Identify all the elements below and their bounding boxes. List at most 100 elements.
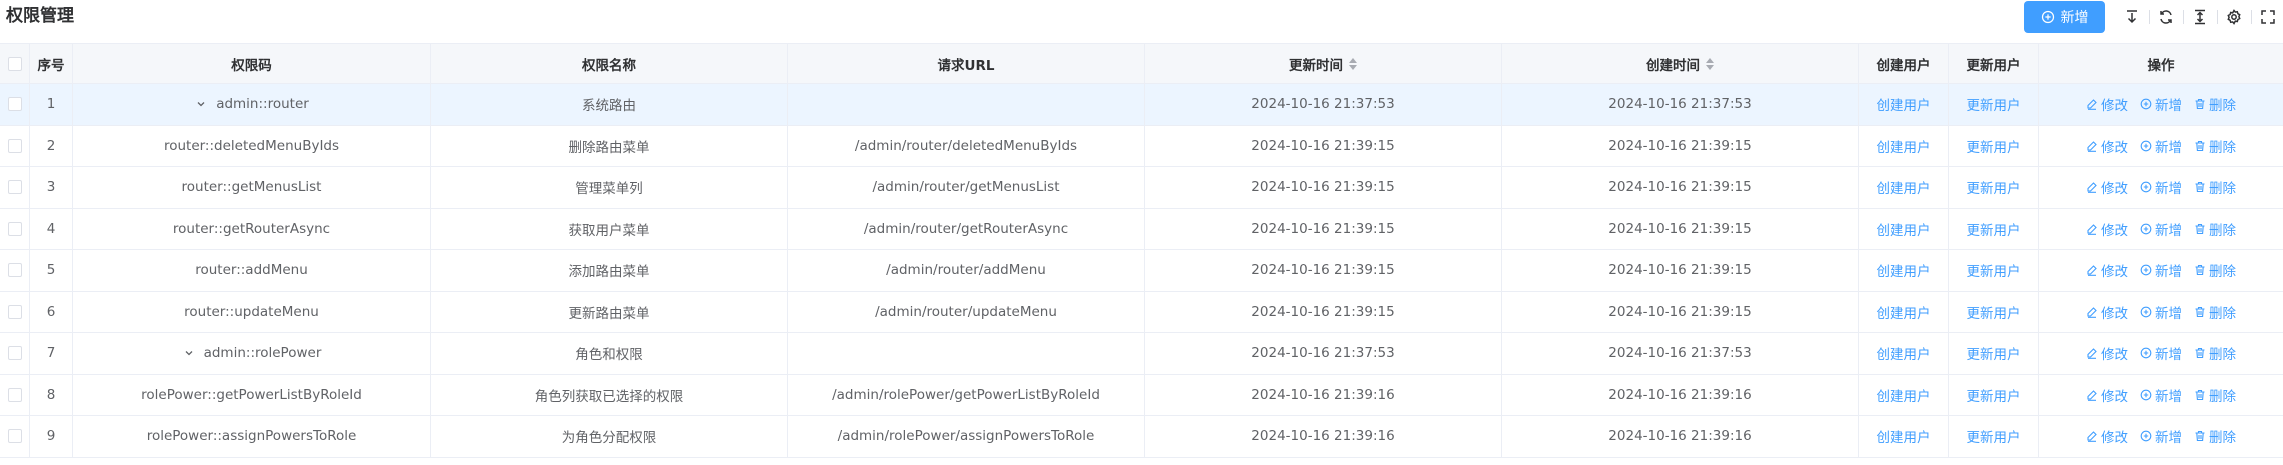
add-child-button[interactable]: 新增 bbox=[2140, 302, 2182, 322]
plus-circle-icon bbox=[2041, 10, 2054, 24]
row-created: 2024-10-16 21:39:16 bbox=[1502, 416, 1859, 457]
delete-button[interactable]: 删除 bbox=[2194, 343, 2236, 363]
delete-button[interactable]: 删除 bbox=[2194, 426, 2236, 446]
update-user-link[interactable]: 更新用户 bbox=[1967, 94, 2021, 114]
add-child-button[interactable]: 新增 bbox=[2140, 343, 2182, 363]
row-checkbox[interactable] bbox=[7, 304, 22, 319]
refresh-icon[interactable] bbox=[2149, 5, 2183, 29]
delete-button[interactable]: 删除 bbox=[2194, 94, 2236, 114]
row-url: /admin/rolePower/getPowerListByRoleId bbox=[788, 374, 1145, 415]
row-ops-cell: 修改 新增 删除 bbox=[2039, 167, 2283, 208]
edit-button-label: 修改 bbox=[2101, 222, 2128, 239]
delete-button-label: 删除 bbox=[2209, 98, 2236, 115]
row-create-user-cell: 创建用户 bbox=[1859, 125, 1949, 166]
add-child-button[interactable]: 新增 bbox=[2140, 385, 2182, 405]
plus-circle-icon bbox=[2140, 306, 2152, 318]
column-header-created[interactable]: 创建时间 bbox=[1502, 44, 1859, 83]
create-user-link[interactable]: 创建用户 bbox=[1877, 219, 1931, 239]
trash-icon bbox=[2195, 389, 2205, 400]
update-user-link[interactable]: 更新用户 bbox=[1967, 260, 2021, 280]
edit-button[interactable]: 修改 bbox=[2086, 177, 2128, 197]
create-user-link[interactable]: 创建用户 bbox=[1877, 136, 1931, 156]
trash-icon bbox=[2195, 99, 2205, 110]
row-ops-cell: 修改 新增 删除 bbox=[2039, 333, 2283, 374]
sort-caret-icon[interactable] bbox=[1706, 57, 1714, 70]
row-checkbox-cell bbox=[0, 125, 30, 166]
row-checkbox-cell bbox=[0, 84, 30, 125]
sort-caret-icon[interactable] bbox=[1349, 57, 1357, 70]
add-child-button[interactable]: 新增 bbox=[2140, 426, 2182, 446]
row-checkbox[interactable] bbox=[7, 263, 22, 278]
edit-icon bbox=[2087, 265, 2097, 277]
row-name: 更新路由菜单 bbox=[431, 291, 788, 332]
edit-button[interactable]: 修改 bbox=[2086, 260, 2128, 280]
add-child-button[interactable]: 新增 bbox=[2140, 94, 2182, 114]
update-user-link[interactable]: 更新用户 bbox=[1967, 302, 2021, 322]
create-user-link[interactable]: 创建用户 bbox=[1877, 343, 1931, 363]
row-updated: 2024-10-16 21:39:15 bbox=[1145, 250, 1502, 291]
export-icon[interactable] bbox=[2115, 5, 2149, 29]
edit-button-label: 修改 bbox=[2101, 98, 2128, 115]
chevron-down-icon[interactable] bbox=[194, 97, 208, 111]
add-child-button[interactable]: 新增 bbox=[2140, 260, 2182, 280]
add-button[interactable]: 新增 bbox=[2024, 1, 2105, 33]
column-header-update-user: 更新用户 bbox=[1949, 44, 2039, 83]
delete-button[interactable]: 删除 bbox=[2194, 302, 2236, 322]
update-user-link[interactable]: 更新用户 bbox=[1967, 136, 2021, 156]
settings-icon[interactable] bbox=[2217, 5, 2251, 29]
edit-button[interactable]: 修改 bbox=[2086, 343, 2128, 363]
edit-button[interactable]: 修改 bbox=[2086, 302, 2128, 322]
row-url bbox=[788, 333, 1145, 374]
update-user-link[interactable]: 更新用户 bbox=[1967, 426, 2021, 446]
update-user-link[interactable]: 更新用户 bbox=[1967, 177, 2021, 197]
create-user-link[interactable]: 创建用户 bbox=[1877, 302, 1931, 322]
fullscreen-icon[interactable] bbox=[2251, 5, 2283, 29]
delete-button[interactable]: 删除 bbox=[2194, 219, 2236, 239]
chevron-down-icon[interactable] bbox=[182, 346, 196, 360]
create-user-link[interactable]: 创建用户 bbox=[1877, 426, 1931, 446]
row-create-user-cell: 创建用户 bbox=[1859, 291, 1949, 332]
row-checkbox[interactable] bbox=[7, 221, 22, 236]
add-child-button[interactable]: 新增 bbox=[2140, 177, 2182, 197]
add-child-button-label: 新增 bbox=[2155, 388, 2182, 405]
delete-button[interactable]: 删除 bbox=[2194, 385, 2236, 405]
edit-icon bbox=[2087, 431, 2097, 443]
select-all-checkbox[interactable] bbox=[7, 56, 22, 71]
row-url bbox=[788, 84, 1145, 125]
table-row: 8 rolePower::getPowerListByRoleId 角色列获取已… bbox=[0, 374, 2283, 416]
column-header-updated[interactable]: 更新时间 bbox=[1145, 44, 1502, 83]
add-child-button-label: 新增 bbox=[2155, 139, 2182, 156]
row-checkbox-cell bbox=[0, 416, 30, 457]
add-button-label: 新增 bbox=[2060, 10, 2089, 26]
delete-button[interactable]: 删除 bbox=[2194, 260, 2236, 280]
delete-button[interactable]: 删除 bbox=[2194, 136, 2236, 156]
row-checkbox[interactable] bbox=[7, 429, 22, 444]
update-user-link[interactable]: 更新用户 bbox=[1967, 385, 2021, 405]
row-checkbox[interactable] bbox=[7, 346, 22, 361]
create-user-link[interactable]: 创建用户 bbox=[1877, 94, 1931, 114]
update-user-link[interactable]: 更新用户 bbox=[1967, 343, 2021, 363]
edit-button[interactable]: 修改 bbox=[2086, 94, 2128, 114]
column-height-icon[interactable] bbox=[2183, 5, 2217, 29]
edit-button[interactable]: 修改 bbox=[2086, 426, 2128, 446]
create-user-link[interactable]: 创建用户 bbox=[1877, 385, 1931, 405]
row-code: admin::router bbox=[216, 96, 309, 113]
row-name: 添加路由菜单 bbox=[431, 250, 788, 291]
edit-icon bbox=[2087, 223, 2097, 235]
create-user-link[interactable]: 创建用户 bbox=[1877, 260, 1931, 280]
row-checkbox[interactable] bbox=[7, 97, 22, 112]
update-user-link[interactable]: 更新用户 bbox=[1967, 219, 2021, 239]
row-checkbox[interactable] bbox=[7, 180, 22, 195]
delete-button-label: 删除 bbox=[2209, 139, 2236, 156]
edit-button[interactable]: 修改 bbox=[2086, 136, 2128, 156]
edit-button[interactable]: 修改 bbox=[2086, 219, 2128, 239]
delete-button[interactable]: 删除 bbox=[2194, 177, 2236, 197]
edit-button[interactable]: 修改 bbox=[2086, 385, 2128, 405]
row-checkbox[interactable] bbox=[7, 138, 22, 153]
add-child-button[interactable]: 新增 bbox=[2140, 136, 2182, 156]
row-checkbox[interactable] bbox=[7, 387, 22, 402]
create-user-link[interactable]: 创建用户 bbox=[1877, 177, 1931, 197]
row-code: router::deletedMenuByIds bbox=[163, 137, 340, 154]
add-child-button[interactable]: 新增 bbox=[2140, 219, 2182, 239]
delete-button-label: 删除 bbox=[2209, 305, 2236, 322]
